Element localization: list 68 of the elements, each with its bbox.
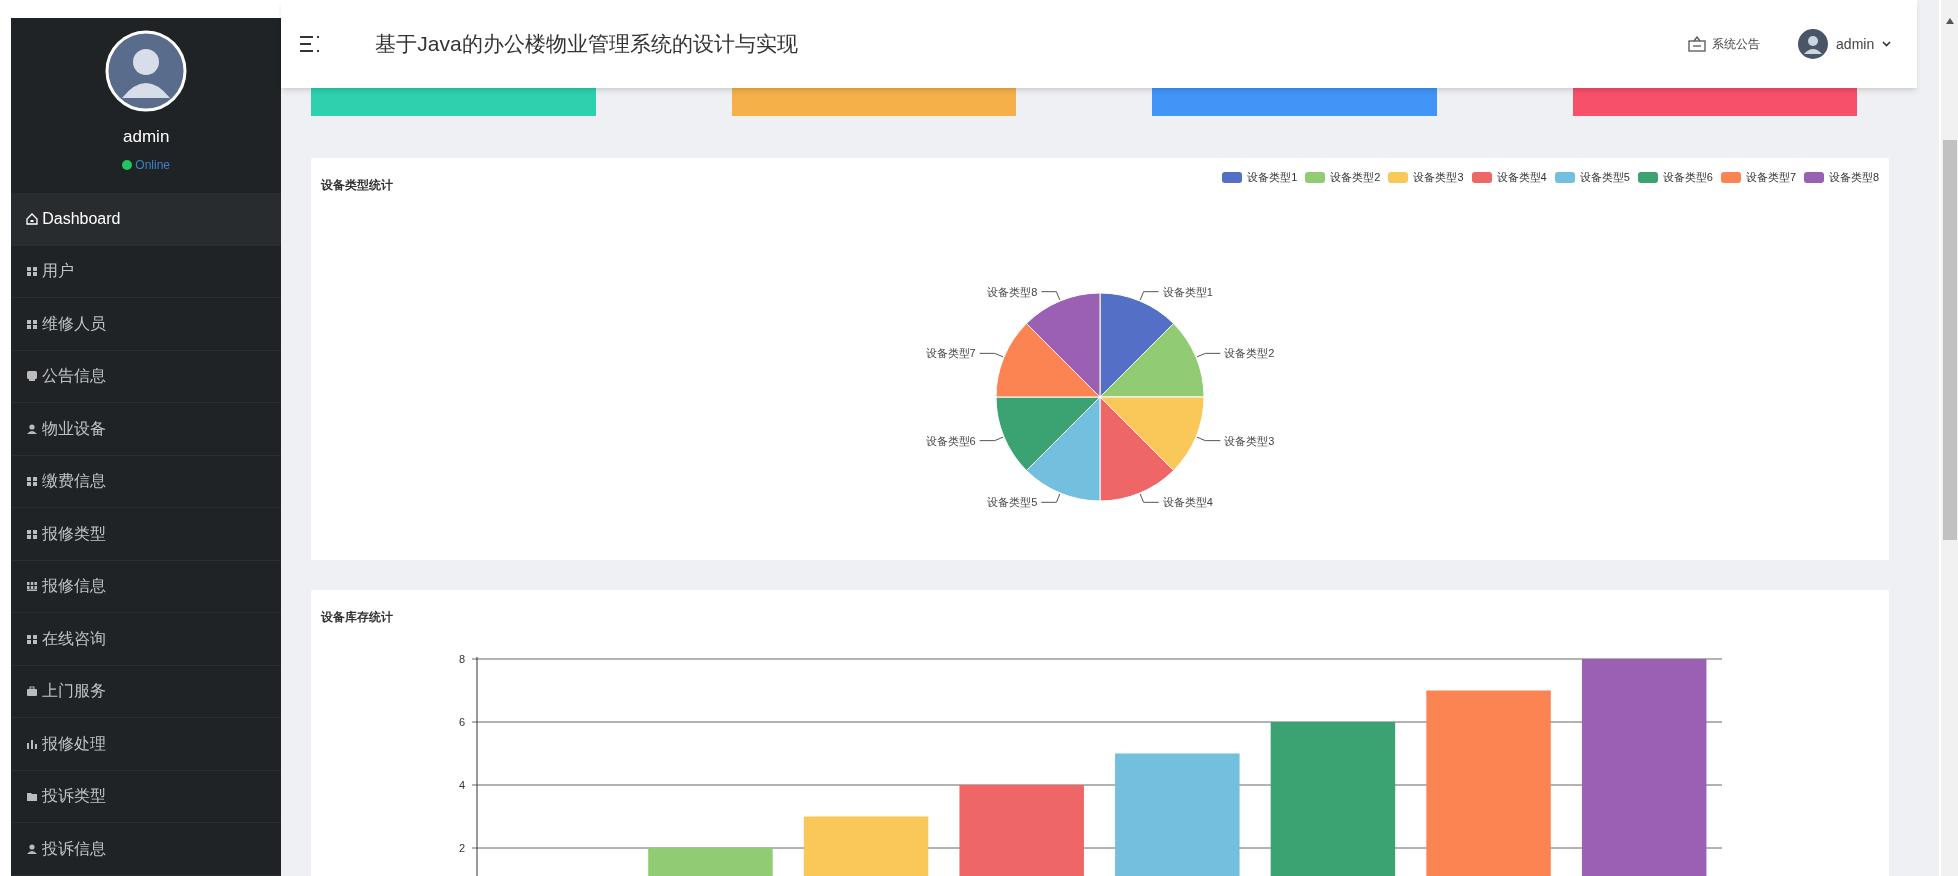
grid-icon — [26, 632, 39, 645]
leader-line — [1196, 352, 1222, 358]
person-icon — [26, 842, 39, 855]
legend-label[interactable]: 设备类型8 — [1829, 169, 1880, 186]
slice-label: 设备类型8 — [987, 285, 1038, 298]
grid-icon — [26, 475, 39, 488]
scroll-up-icon[interactable] — [1946, 18, 1955, 24]
legend-swatch[interactable] — [1804, 171, 1825, 183]
notice-icon — [1688, 36, 1707, 52]
scrollbar[interactable] — [1941, 0, 1958, 876]
slice-label: 设备类型4 — [1162, 496, 1213, 509]
legend-label[interactable]: 设备类型5 — [1579, 169, 1630, 186]
legend-swatch[interactable] — [1471, 171, 1492, 183]
leader-line — [1196, 436, 1222, 442]
panel-title: 设备库存统计 — [321, 609, 394, 626]
scrollbar-thumb[interactable] — [1943, 140, 1958, 540]
avatar-icon — [1798, 29, 1829, 59]
tick-label: 6 — [459, 716, 466, 728]
briefcase-icon — [26, 685, 39, 698]
panel-title: 设备类型统计 — [321, 177, 394, 194]
legend-label[interactable]: 设备类型3 — [1413, 169, 1464, 186]
grid-icon — [26, 580, 39, 593]
legend-swatch[interactable] — [1305, 171, 1326, 183]
menu-icon[interactable] — [299, 34, 322, 54]
app-title: 基于Java的办公楼物业管理系统的设计与实现 — [375, 31, 798, 58]
legend-swatch[interactable] — [1222, 171, 1243, 183]
pie-slice[interactable] — [995, 396, 1101, 472]
leader-line — [1041, 291, 1061, 301]
person-icon — [26, 422, 39, 435]
leader-line — [979, 436, 1004, 442]
slice-label: 设备类型3 — [1224, 434, 1275, 447]
grid-icon — [26, 317, 39, 330]
legend-label[interactable]: 设备类型7 — [1745, 169, 1797, 186]
leader-line — [1139, 291, 1160, 301]
leader-line — [1139, 493, 1160, 503]
message-icon — [26, 370, 39, 383]
legend-swatch[interactable] — [1388, 171, 1409, 183]
legend-swatch[interactable] — [1720, 171, 1741, 183]
legend-swatch[interactable] — [1637, 171, 1658, 183]
grid-icon — [26, 527, 39, 540]
legend-label[interactable]: 设备类型2 — [1330, 169, 1381, 186]
pie-slice[interactable] — [1099, 396, 1205, 472]
slice-label: 设备类型1 — [1162, 285, 1213, 298]
slice-label: 设备类型7 — [925, 347, 976, 360]
legend-swatch[interactable] — [1554, 171, 1575, 183]
legend-label[interactable]: 设备类型1 — [1247, 169, 1298, 186]
leader-line — [979, 352, 1004, 358]
chevron-down-icon — [1882, 41, 1892, 47]
tick-label: 8 — [459, 653, 466, 665]
home-icon — [26, 212, 39, 225]
tick-label: 2 — [459, 842, 466, 854]
notice-button[interactable]: 系统公告 — [1688, 35, 1761, 53]
slice-label: 设备类型6 — [925, 434, 976, 447]
legend-label[interactable]: 设备类型4 — [1496, 169, 1547, 186]
slice-label: 设备类型5 — [987, 496, 1038, 509]
grid-icon — [26, 265, 39, 278]
user-name: admin — [123, 126, 170, 148]
leader-line — [1041, 493, 1061, 503]
bar-chart-icon — [26, 737, 39, 750]
slice-label: 设备类型2 — [1224, 347, 1275, 360]
user-status: Online — [135, 156, 171, 174]
legend-label[interactable]: 设备类型6 — [1662, 169, 1713, 186]
pie-slice[interactable] — [995, 322, 1101, 398]
folder-icon — [26, 790, 39, 803]
user-menu[interactable]: admin — [1798, 29, 1892, 59]
pie-slice[interactable] — [1099, 322, 1205, 398]
tick-label: 4 — [459, 779, 466, 791]
sidebar-item[interactable]: Dashboard — [11, 193, 282, 246]
